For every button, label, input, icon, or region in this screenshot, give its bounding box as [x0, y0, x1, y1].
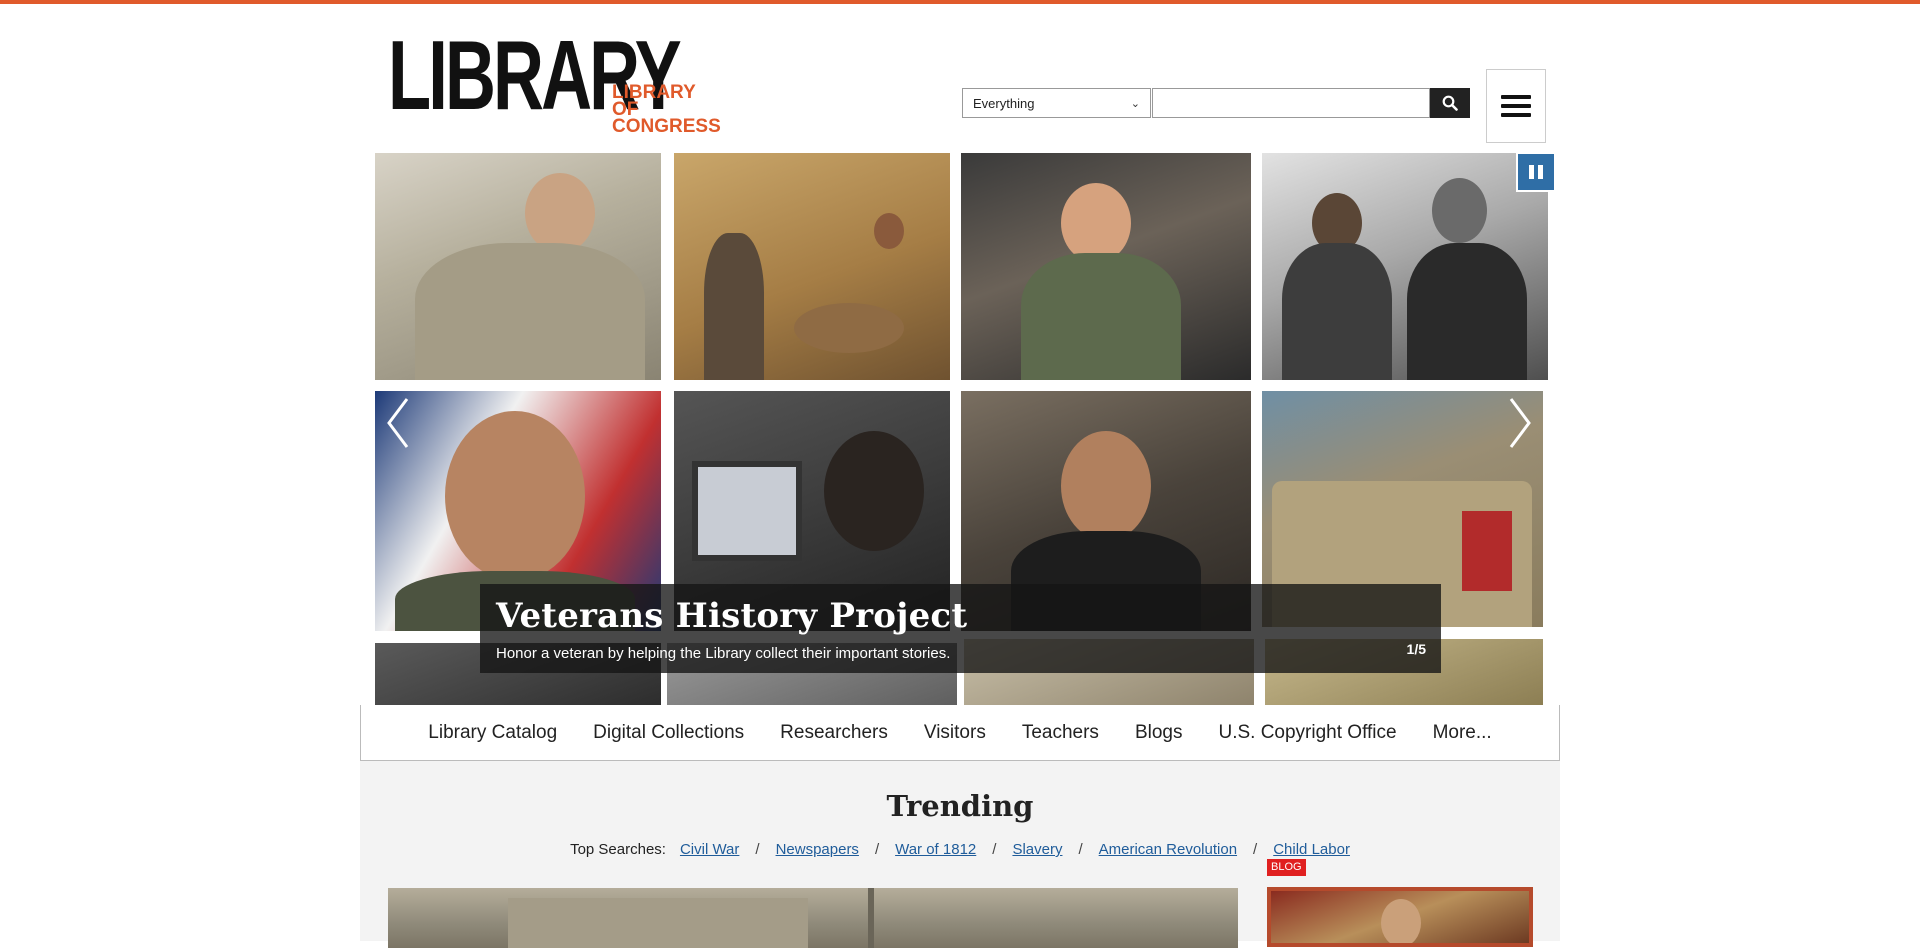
- search-filter-dropdown[interactable]: Everything ⌄: [962, 88, 1151, 118]
- chevron-left-icon: [387, 398, 409, 448]
- menu-icon: [1501, 95, 1531, 117]
- search-filter-value: Everything: [973, 95, 1035, 111]
- separator: /: [1253, 841, 1258, 858]
- photo-tile: [375, 153, 661, 380]
- trending-section: Trending Top Searches: Civil War / Newsp…: [360, 761, 1560, 948]
- photo-tile: [961, 153, 1251, 380]
- search-link-american-revolution[interactable]: American Revolution: [1099, 841, 1237, 858]
- blog-card-link[interactable]: [1267, 887, 1533, 947]
- search-link-newspapers[interactable]: Newspapers: [776, 841, 859, 858]
- separator: /: [755, 841, 760, 858]
- hero-title: Veterans History Project: [496, 596, 968, 636]
- library-of-congress-logo-link[interactable]: LIBRARY LIBRARY OF CONGRESS: [388, 26, 751, 136]
- nav-copyright-office[interactable]: U.S. Copyright Office: [1200, 721, 1414, 745]
- logo-sub-line2: OF CONGRESS: [612, 99, 721, 137]
- search-input[interactable]: [1152, 88, 1430, 118]
- top-accent-bar: [0, 0, 1920, 4]
- nav-teachers[interactable]: Teachers: [1004, 721, 1117, 745]
- search-link-civil-war[interactable]: Civil War: [680, 841, 739, 858]
- chevron-down-icon: ⌄: [1130, 97, 1140, 110]
- menu-button[interactable]: [1486, 69, 1546, 143]
- hero-caption: Veterans History Project Honor a veteran…: [480, 584, 1441, 673]
- nav-blogs[interactable]: Blogs: [1117, 721, 1201, 745]
- separator: /: [1078, 841, 1083, 858]
- hero-text: Honor a veteran by helping the Library c…: [496, 645, 951, 662]
- photo-tile: [1262, 153, 1548, 380]
- nav-digital-collections[interactable]: Digital Collections: [575, 721, 762, 745]
- previous-button[interactable]: [378, 390, 418, 456]
- featured-image[interactable]: [388, 888, 1238, 948]
- slide-counter: 1/5: [1406, 641, 1426, 657]
- photo-tile: [674, 153, 950, 380]
- search-link-child-labor[interactable]: Child Labor: [1273, 841, 1350, 858]
- chevron-right-icon: [1509, 398, 1531, 448]
- separator: /: [992, 841, 997, 858]
- separator: /: [874, 841, 880, 858]
- search-button[interactable]: [1430, 88, 1470, 118]
- nav-library-catalog[interactable]: Library Catalog: [410, 721, 575, 745]
- search-link-slavery[interactable]: Slavery: [1012, 841, 1062, 858]
- logo-sub-text: LIBRARY OF CONGRESS: [612, 83, 751, 137]
- top-searches-label: Top Searches:: [570, 841, 666, 858]
- primary-nav: Library Catalog Digital Collections Rese…: [360, 705, 1560, 761]
- nav-researchers[interactable]: Researchers: [762, 721, 906, 745]
- top-searches: Top Searches: Civil War / Newspapers / W…: [360, 841, 1560, 858]
- pause-button[interactable]: [1516, 152, 1556, 192]
- hero-carousel-link[interactable]: Veterans History Project Honor a veteran…: [360, 145, 1560, 705]
- search-icon: [1442, 95, 1458, 111]
- next-button[interactable]: [1500, 390, 1540, 456]
- nav-more[interactable]: More...: [1415, 721, 1510, 745]
- trending-title: Trending: [886, 789, 1034, 823]
- blog-label: BLOG: [1267, 859, 1306, 876]
- search-link-war-of-1812[interactable]: War of 1812: [895, 841, 976, 858]
- nav-visitors[interactable]: Visitors: [906, 721, 1004, 745]
- pause-icon: [1529, 165, 1543, 179]
